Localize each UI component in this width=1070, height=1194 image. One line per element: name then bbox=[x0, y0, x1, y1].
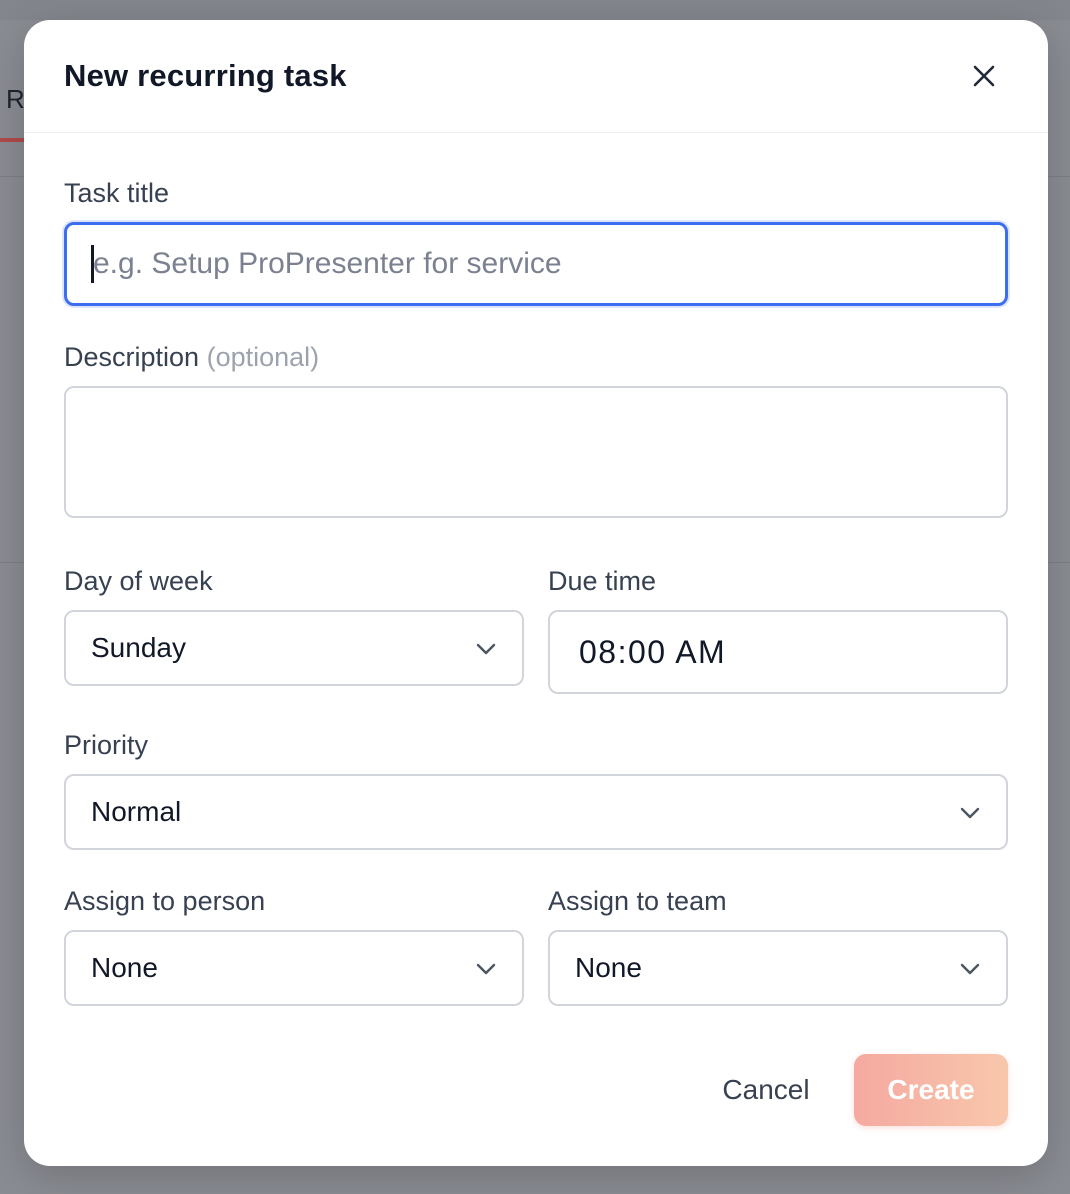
day-of-week-label-text: Day of week bbox=[64, 566, 213, 596]
chevron-down-icon bbox=[960, 963, 980, 975]
dialog-header: New recurring task bbox=[24, 20, 1048, 133]
assign-team-select[interactable]: None bbox=[548, 930, 1008, 1006]
day-of-week-value: Sunday bbox=[91, 632, 186, 663]
assign-person-label-text: Assign to person bbox=[64, 886, 266, 916]
due-time-input[interactable]: 08:00 AM bbox=[548, 610, 1008, 694]
text-caret bbox=[91, 245, 94, 283]
description-label-text: Description bbox=[64, 342, 200, 372]
task-title-label: Task title bbox=[64, 178, 169, 209]
assign-person-value: None bbox=[91, 952, 158, 983]
due-time-label-text: Due time bbox=[548, 566, 657, 596]
chevron-down-icon bbox=[476, 643, 496, 655]
cancel-button[interactable]: Cancel bbox=[700, 1054, 832, 1126]
optional-hint: (optional) bbox=[206, 342, 320, 372]
priority-label-text: Priority bbox=[64, 730, 149, 760]
task-title-input[interactable] bbox=[64, 222, 1008, 306]
day-of-week-label: Day of week bbox=[64, 566, 213, 597]
chevron-down-icon bbox=[960, 807, 980, 819]
assign-team-label-text: Assign to team bbox=[548, 886, 727, 916]
close-icon bbox=[973, 65, 995, 87]
close-button[interactable] bbox=[966, 58, 1002, 94]
assign-person-label: Assign to person bbox=[64, 886, 265, 917]
background-tab-label: R bbox=[6, 84, 25, 114]
assign-team-value: None bbox=[575, 952, 642, 983]
create-button[interactable]: Create bbox=[854, 1054, 1008, 1126]
background-topbar bbox=[0, 0, 1070, 20]
due-time-label: Due time bbox=[548, 566, 656, 597]
background-tab-underline bbox=[0, 138, 24, 142]
priority-label: Priority bbox=[64, 730, 148, 761]
priority-value: Normal bbox=[91, 796, 182, 827]
day-of-week-select[interactable]: Sunday bbox=[64, 610, 524, 686]
assign-person-select[interactable]: None bbox=[64, 930, 524, 1006]
task-title-label-text: Task title bbox=[64, 178, 170, 208]
description-label: Description (optional) bbox=[64, 342, 319, 373]
assign-team-label: Assign to team bbox=[548, 886, 727, 917]
priority-select[interactable]: Normal bbox=[64, 774, 1008, 850]
new-recurring-task-dialog: New recurring task Task title Descriptio… bbox=[24, 20, 1048, 1166]
description-textarea[interactable] bbox=[64, 386, 1008, 518]
chevron-down-icon bbox=[476, 963, 496, 975]
due-time-value: 08:00 AM bbox=[579, 634, 727, 670]
dialog-title: New recurring task bbox=[64, 58, 347, 93]
